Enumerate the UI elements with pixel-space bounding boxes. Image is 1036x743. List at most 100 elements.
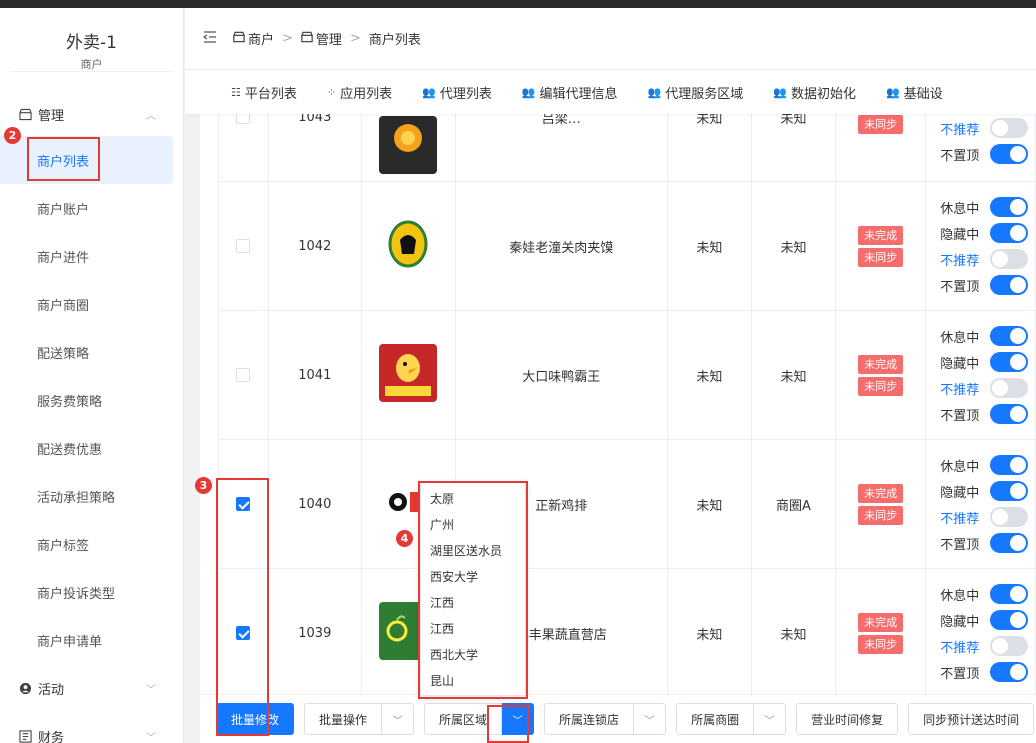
hide-toggle[interactable]: [990, 610, 1029, 630]
apps-icon: ⁘: [326, 85, 337, 99]
rest-toggle[interactable]: [990, 455, 1029, 475]
dropdown-option[interactable]: 西北大学: [421, 642, 525, 668]
tab-platform-list[interactable]: ☷ 平台列表: [231, 83, 297, 102]
tab-data-init[interactable]: 👥 数据初始化: [773, 83, 856, 102]
merchant-logo: [379, 344, 438, 402]
merchant-table: 1043 吕梁… 未知 未知 未同步 不推荐 不置顶 1042 秦娃老潼关肉夹馍…: [218, 114, 1036, 694]
switch-label: 不推荐: [940, 122, 980, 138]
sidebar-item-label: 服务费策略: [37, 394, 103, 410]
pin-toggle[interactable]: [990, 144, 1029, 164]
recommend-toggle[interactable]: [990, 378, 1029, 398]
tab-label: 应用列表: [340, 86, 393, 102]
hide-toggle[interactable]: [990, 481, 1029, 501]
dropdown-option[interactable]: 广州: [421, 512, 525, 538]
sidebar-item-label: 商户申请单: [37, 634, 103, 650]
annotation-badge-2: 2: [4, 127, 21, 144]
table-row: 1043 吕梁… 未知 未知 未同步 不推荐 不置顶: [218, 114, 1036, 182]
status-badge-unsynced: 未同步: [858, 505, 904, 525]
collapse-menu-icon[interactable]: [202, 30, 217, 47]
breadcrumb-merchant[interactable]: 商户: [248, 29, 274, 48]
rest-toggle[interactable]: [990, 584, 1029, 604]
sync-eta-button[interactable]: 同步预计送达时间: [908, 703, 1035, 735]
users-icon: 👥: [647, 85, 662, 99]
header: 商户 > 管理 > 商户列表: [185, 8, 1036, 70]
tab-label: 代理服务区域: [665, 86, 744, 102]
dropdown-option[interactable]: 江西: [421, 616, 525, 642]
tab-edit-agent[interactable]: 👥 编辑代理信息: [522, 83, 618, 102]
recommend-toggle[interactable]: [990, 118, 1029, 138]
brand: 外卖-1 商户: [10, 8, 173, 72]
circle-button[interactable]: 所属商圈: [676, 703, 755, 735]
dropdown-option[interactable]: 太原: [421, 486, 525, 512]
recommend-toggle[interactable]: [990, 249, 1029, 269]
tab-agent-list[interactable]: 👥 代理列表: [422, 83, 492, 102]
region-button[interactable]: 所属区域: [424, 703, 503, 735]
batch-edit-button[interactable]: 批量修改: [216, 703, 295, 735]
merchant-id: 1040: [267, 439, 363, 569]
pin-toggle[interactable]: [990, 533, 1029, 553]
merchant-id: 1041: [267, 310, 363, 440]
chevron-down-icon[interactable]: ﹀: [754, 703, 787, 735]
sidebar-item-label: 配送费优惠: [37, 442, 103, 458]
chevron-down-icon[interactable]: ﹀: [382, 703, 415, 735]
sidebar-item-complaint-type[interactable]: 商户投诉类型: [0, 570, 184, 614]
menu-group-activity[interactable]: 活动 ﹀: [0, 666, 184, 710]
sidebar-item-application[interactable]: 商户申请单: [0, 618, 184, 662]
dropdown-option[interactable]: 湖里区送水员: [421, 538, 525, 564]
table-row: 1040 正新鸡排 未知 商圈A 未完成 未同步 休息中 隐藏中 不推荐 不置顶: [218, 439, 1036, 569]
chevron-down-icon[interactable]: ﹀: [634, 703, 667, 735]
breadcrumb-manage[interactable]: 管理: [316, 29, 342, 48]
menu-group-label: 财务: [38, 730, 65, 743]
chevron-down-icon[interactable]: ﹀: [502, 703, 535, 735]
row-checkbox[interactable]: [236, 626, 251, 640]
pin-toggle[interactable]: [990, 404, 1029, 424]
menu-group-finance[interactable]: 财务 ﹀: [0, 714, 184, 743]
sidebar-item-label: 活动承担策略: [37, 490, 116, 506]
sidebar-item-merchant-tags[interactable]: 商户标签: [0, 522, 184, 566]
sidebar-item-activity-cost[interactable]: 活动承担策略: [0, 474, 184, 518]
hide-toggle[interactable]: [990, 352, 1029, 372]
breadcrumb: 商户 > 管理 > 商户列表: [233, 29, 421, 48]
row-checkbox-cell: [218, 114, 269, 182]
sidebar-item-delivery-strategy[interactable]: 配送策略: [0, 330, 184, 374]
sidebar-item-service-fee[interactable]: 服务费策略: [0, 378, 184, 422]
row-checkbox[interactable]: [236, 497, 251, 511]
dropdown-option[interactable]: 西安大学: [421, 564, 525, 590]
store-icon: [233, 31, 245, 46]
row-checkbox[interactable]: [236, 114, 251, 124]
rest-toggle[interactable]: [990, 326, 1029, 346]
sidebar-item-merchant-account[interactable]: 商户账户: [0, 186, 184, 230]
tab-basic-settings[interactable]: 👥 基础设: [886, 83, 943, 102]
row-checkbox[interactable]: [236, 239, 251, 253]
recommend-toggle[interactable]: [990, 507, 1029, 527]
tab-agent-service-area[interactable]: 👥 代理服务区域: [648, 83, 744, 102]
sidebar-item-merchant-list[interactable]: 商户列表: [0, 138, 184, 182]
merchant-field-a: 未知: [666, 439, 752, 569]
rest-toggle[interactable]: [990, 197, 1029, 217]
tab-label: 数据初始化: [790, 86, 856, 102]
batch-ops-group: 批量操作 ﹀: [304, 703, 415, 735]
table-row: 1041 大口味鸭霸王 未知 未知 未完成 未同步 休息中 隐藏中 不推荐 不置顶: [218, 310, 1036, 440]
switch-cell: 休息中 隐藏中 不推荐 不置顶: [925, 310, 1036, 440]
switch-label: 不置顶: [940, 408, 980, 424]
switch-label: 休息中: [940, 201, 980, 217]
sidebar-item-merchant-circle[interactable]: 商户商圈: [0, 282, 184, 326]
menu-group-manage[interactable]: 管理 ︿: [0, 92, 184, 136]
switch-label: 隐藏中: [940, 227, 980, 243]
pin-toggle[interactable]: [990, 275, 1029, 295]
sidebar-item-merchant-onboarding[interactable]: 商户进件: [0, 234, 184, 278]
dropdown-option[interactable]: 昆山: [421, 668, 525, 694]
tab-app-list[interactable]: ⁘ 应用列表: [327, 83, 392, 102]
batch-ops-button[interactable]: 批量操作: [304, 703, 383, 735]
hide-toggle[interactable]: [990, 223, 1029, 243]
dropdown-option[interactable]: 江西: [421, 590, 525, 616]
breadcrumb-separator: >: [282, 31, 293, 46]
chain-button[interactable]: 所属连锁店: [544, 703, 635, 735]
recommend-toggle[interactable]: [990, 636, 1029, 656]
pin-toggle[interactable]: [990, 662, 1029, 682]
tab-label: 代理列表: [439, 86, 492, 102]
merchant-field-b: 未知: [750, 568, 836, 694]
hours-fix-button[interactable]: 营业时间修复: [796, 703, 899, 735]
sidebar-item-delivery-discount[interactable]: 配送费优惠: [0, 426, 184, 470]
row-checkbox[interactable]: [236, 368, 251, 382]
